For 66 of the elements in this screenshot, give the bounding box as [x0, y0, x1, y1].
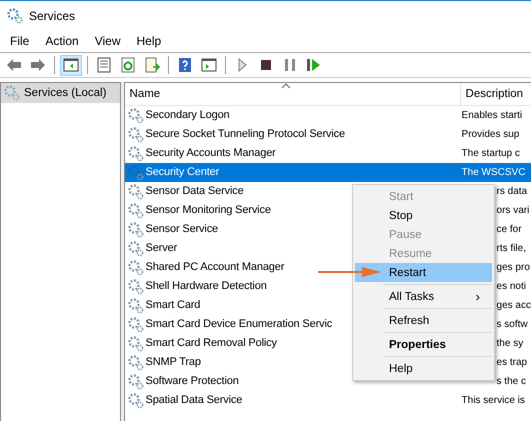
pointer-arrow: [318, 265, 382, 279]
menu-item[interactable]: File: [0, 34, 38, 48]
gears-icon: [128, 240, 144, 256]
back-arrow-icon: [6, 57, 22, 73]
gears-icon: [7, 8, 23, 24]
gears-icon: [128, 222, 144, 238]
menu-item[interactable]: All Tasks ›: [355, 287, 492, 306]
gears-icon: [128, 278, 144, 294]
column-header[interactable]: Description: [460, 83, 524, 105]
resume-icon: [306, 57, 322, 73]
service-description: s softw: [496, 319, 529, 330]
service-name[interactable]: Secure Socket Tunneling Protocol Service: [144, 126, 460, 143]
service-description: the sy: [496, 338, 524, 349]
menu-item[interactable]: View: [86, 34, 128, 48]
menu-item[interactable]: Help: [355, 359, 492, 378]
window-title: Services: [29, 8, 76, 22]
tree-item[interactable]: Services (Local): [1, 83, 120, 103]
gears-icon: [128, 146, 144, 162]
export-icon: [144, 57, 160, 73]
menu-item[interactable]: Action: [37, 34, 87, 48]
service-description: This service is: [460, 395, 526, 406]
gears-icon: [128, 126, 144, 142]
service-description: s the c: [496, 376, 527, 387]
document-icon: [96, 57, 112, 73]
service-description: ce for: [496, 224, 523, 235]
gears-icon: [128, 184, 144, 200]
service-description: Provides sup: [460, 129, 520, 140]
menu-item[interactable]: Help: [128, 34, 170, 48]
service-description: ges pro: [496, 262, 531, 273]
panel-icon: [63, 57, 79, 73]
pause-icon: [282, 57, 298, 73]
service-name[interactable]: Secondary Logon: [144, 107, 460, 124]
service-description: ors vari: [496, 205, 530, 216]
forward-arrow-icon: [30, 57, 46, 73]
service-description: ges acc: [496, 300, 531, 311]
gears-icon: [128, 336, 144, 352]
gears-icon: [128, 298, 144, 314]
service-description: rts file,: [496, 243, 527, 254]
service-description: rs data: [496, 186, 528, 197]
help-icon: [177, 57, 193, 73]
gears-icon: [128, 316, 144, 332]
service-name[interactable]: Spatial Data Service: [144, 392, 460, 409]
service-description: Enables starti: [460, 110, 524, 121]
service-description: The WSCSVC: [460, 167, 526, 178]
sort-caret-icon: [280, 83, 291, 89]
service-description: The startup c: [460, 148, 521, 159]
service-name[interactable]: Security Accounts Manager: [144, 145, 460, 162]
menu-item[interactable]: Refresh: [355, 311, 492, 330]
gears-icon: [128, 202, 144, 218]
menu-item[interactable]: Properties: [355, 335, 492, 354]
gears-icon: [128, 108, 144, 124]
menu-item[interactable]: Restart: [355, 263, 492, 282]
gears-icon: [4, 85, 20, 101]
panel-icon: [201, 57, 217, 73]
gears-icon: [128, 392, 144, 408]
refresh-icon: [120, 57, 136, 73]
gears-icon: [128, 260, 144, 276]
console-tree-button[interactable]: [60, 54, 82, 76]
service-description: es trap: [496, 357, 528, 368]
menu-item[interactable]: Stop: [355, 206, 492, 225]
gears-icon: [128, 164, 144, 180]
gears-icon: [128, 354, 144, 370]
gears-icon: [128, 374, 144, 390]
stop-icon: [258, 57, 274, 73]
service-description: es noti: [496, 281, 527, 292]
column-header[interactable]: Name: [124, 83, 461, 105]
